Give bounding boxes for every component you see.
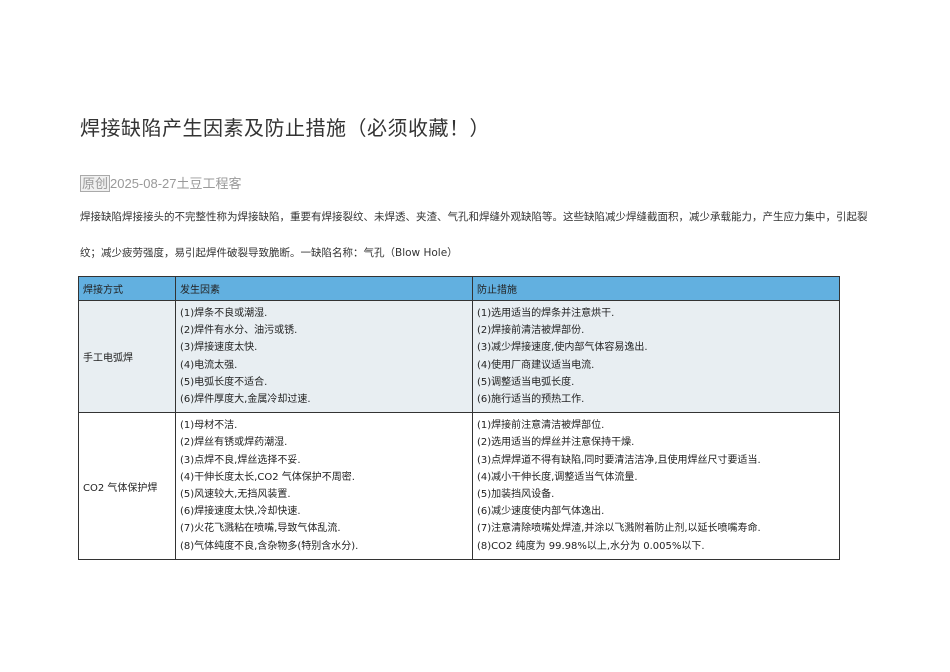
article-meta: 原创 2025-08-27土豆工程客 — [80, 173, 242, 192]
cause-item: (4)电流太强. — [180, 359, 238, 371]
defect-table: 焊接方式 发生因素 防止措施 手工电弧焊 (1)焊条不良或潮湿. (2)焊件有水分、… — [78, 276, 840, 560]
measure-item: (5)加装挡风设备. — [477, 489, 555, 501]
cause-item: (6)焊件厚度大,金属冷却过速. — [180, 394, 311, 406]
measure-item: (3)点焊焊道不得有缺陷,同时要清洁洁净,且使用焊丝尺寸要适当. — [477, 454, 761, 466]
author-link[interactable]: 土豆工程客 — [177, 176, 242, 191]
welding-method: CO2 气体保护焊 — [78, 412, 176, 560]
cause-item: (2)焊件有水分、油污或锈. — [180, 325, 298, 337]
cause-item: (6)焊接速度太快,冷却快速. — [180, 506, 301, 518]
table-header-row: 焊接方式 发生因素 防止措施 — [78, 276, 840, 301]
intro-paragraph: 焊接缺陷焊接接头的不完整性称为焊接缺陷，重要有焊接裂纹、未焊透、夹渣、气孔和焊缝… — [80, 211, 868, 259]
cause-item: (1)焊条不良或潮湿. — [180, 308, 268, 319]
measure-item: (8)CO2 纯度为 99.98%以上,水分为 0.005%以下. — [477, 540, 705, 552]
measure-item: (4)减小干伸长度,调整适当气体流量. — [477, 471, 638, 483]
measure-item: (1)选用适当的焊条并注意烘干. — [477, 308, 615, 319]
header-measures: 防止措施 — [472, 276, 840, 301]
cause-item: (1)母材不洁. — [180, 420, 238, 432]
measure-item: (1)焊接前注意清洁被焊部位. — [477, 420, 605, 432]
measure-item: (6)减少速度使内部气体逸出. — [477, 506, 605, 518]
cause-item: (7)火花飞溅粘在喷嘴,导致气体乱流. — [180, 523, 341, 535]
original-badge: 原创 — [80, 175, 111, 192]
cause-item: (5)风速较大,无挡风装置. — [180, 489, 291, 501]
cause-item: (5)电弧长度不适合. — [180, 376, 268, 388]
cause-item: (8)气体纯度不良,含杂物多(特别含水分). — [180, 540, 359, 552]
causes-cell: (1)母材不洁. (2)焊丝有锈或焊药潮湿. (3)点焊不良,焊丝选择不妥. (4)干… — [175, 412, 473, 560]
table-row: 手工电弧焊 (1)焊条不良或潮湿. (2)焊件有水分、油污或锈. (3)焊接速度太快.… — [78, 299, 840, 414]
measure-item: (2)焊接前清洁被焊部份. — [477, 325, 585, 337]
cause-item: (3)焊接速度太快. — [180, 342, 258, 354]
measure-item: (3)减少焊接速度,使内部气体容易逸出. — [477, 342, 648, 354]
measure-item: (4)使用厂商建议适当电流. — [477, 359, 595, 371]
welding-method: 手工电弧焊 — [78, 299, 176, 414]
measure-item: (5)调整适当电弧长度. — [477, 376, 575, 388]
page-title: 焊接缺陷产生因素及防止措施（必须收藏！） — [80, 116, 490, 140]
cause-item: (4)干伸长度太长,CO2 气体保护不周密. — [180, 471, 355, 483]
measure-item: (7)注意清除喷嘴处焊渣,并涂以飞溅附着防止剂,以延长喷嘴寿命. — [477, 523, 761, 535]
measures-cell: (1)焊接前注意清洁被焊部位. (2)选用适当的焊丝并注意保持干燥. (3)点焊焊道… — [472, 412, 840, 560]
measure-item: (2)选用适当的焊丝并注意保持干燥. — [477, 437, 635, 449]
cause-item: (3)点焊不良,焊丝选择不妥. — [180, 454, 301, 466]
measures-cell: (1)选用适当的焊条并注意烘干. (2)焊接前清洁被焊部份. (3)减少焊接速度,使… — [472, 299, 840, 414]
publish-date: 2025-08-27 — [110, 176, 177, 191]
causes-cell: (1)焊条不良或潮湿. (2)焊件有水分、油污或锈. (3)焊接速度太快. (4)电流… — [175, 299, 473, 414]
measure-item: (6)施行适当的预热工作. — [477, 394, 585, 406]
header-method: 焊接方式 — [78, 276, 176, 301]
header-causes: 发生因素 — [175, 276, 473, 301]
cause-item: (2)焊丝有锈或焊药潮湿. — [180, 437, 288, 449]
table-row: CO2 气体保护焊 (1)母材不洁. (2)焊丝有锈或焊药潮湿. (3)点焊不良,焊丝… — [78, 412, 840, 560]
